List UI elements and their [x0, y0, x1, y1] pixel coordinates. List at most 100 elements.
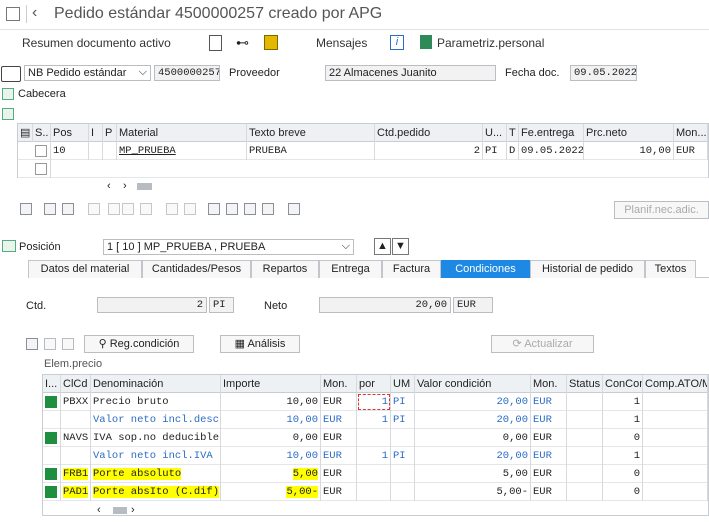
scroll-left-icon[interactable]: ‹ — [107, 180, 111, 192]
condition-row[interactable]: Valor neto incl.IVA 10,00 EUR 1 PI 20,00 EUR 1 — [43, 447, 708, 465]
resumen-button[interactable]: Resumen documento activo — [22, 36, 171, 50]
col-header[interactable]: Comp.ATO/M — [643, 375, 708, 393]
cell-clcd[interactable]: PAD1 — [61, 483, 91, 501]
cond-add-icon[interactable] — [44, 338, 56, 350]
details-icon[interactable] — [20, 203, 32, 215]
cell-por[interactable]: 1 — [357, 393, 391, 411]
mensajes-button[interactable]: Mensajes — [316, 36, 367, 50]
col-header[interactable]: S.. — [33, 124, 51, 142]
row-select-box[interactable] — [35, 145, 47, 157]
col-header[interactable]: T — [507, 124, 519, 142]
col-header[interactable]: Prc.neto — [584, 124, 674, 142]
cell-clcd[interactable]: NAVS — [61, 429, 91, 447]
analisis-button[interactable]: ▦ Análisis — [220, 335, 300, 353]
scroll-right-icon[interactable]: › — [123, 180, 127, 192]
cell-mon[interactable]: EUR — [321, 393, 357, 411]
cell-den[interactable]: Precio bruto — [91, 393, 221, 411]
collapse-icon[interactable] — [2, 108, 14, 120]
cell-den[interactable]: IVA sop.no deducible — [91, 429, 221, 447]
empty-cell[interactable] — [567, 429, 603, 447]
empty-cell[interactable] — [567, 483, 603, 501]
tab-textos[interactable]: Textos — [645, 260, 696, 278]
col-header[interactable]: I... — [43, 375, 61, 393]
col-header[interactable]: Texto breve — [247, 124, 375, 142]
cell-um[interactable]: PI — [391, 393, 415, 411]
cell-por[interactable]: 1 — [357, 411, 391, 429]
tab-datos-material[interactable]: Datos del material — [28, 260, 142, 278]
position-expand-icon[interactable] — [2, 240, 16, 252]
cell-den[interactable]: Porte absIto (C.dif) — [91, 483, 221, 501]
cell-um[interactable] — [391, 429, 415, 447]
back-arrow-icon[interactable]: ‹ — [32, 4, 37, 22]
empty-cell[interactable] — [567, 447, 603, 465]
col-header[interactable]: Fe.entrega — [519, 124, 584, 142]
row-currency[interactable]: EUR — [674, 142, 708, 160]
sort-desc-icon[interactable] — [226, 203, 238, 215]
col-header[interactable]: Ctd.pedido — [375, 124, 483, 142]
actualizar-button[interactable]: ⟳ Actualizar — [491, 335, 594, 353]
position-select[interactable]: 1 [ 10 ] MP_PRUEBA , PRUEBA ⌵ — [103, 239, 354, 255]
empty-cell[interactable] — [643, 429, 708, 447]
cell-den[interactable]: Valor neto incl.desc — [91, 411, 221, 429]
condition-row[interactable]: PBXX Precio bruto 10,00 EUR 1 PI 20,00 EUR 1 — [43, 393, 708, 411]
horizontal-scrollbar[interactable] — [137, 183, 152, 190]
filter-icon[interactable] — [244, 203, 256, 215]
cell-por[interactable] — [357, 465, 391, 483]
layout-icon[interactable] — [166, 203, 178, 215]
cell-den[interactable]: Valor neto incl.IVA — [91, 447, 221, 465]
cell-imp[interactable]: 10,00 — [221, 447, 321, 465]
export-icon[interactable] — [288, 203, 300, 215]
col-header[interactable]: ClCd — [61, 375, 91, 393]
document-icon[interactable] — [209, 35, 222, 51]
cell-concon[interactable]: 0 — [603, 465, 643, 483]
expand-icon[interactable] — [2, 88, 14, 100]
cell-valor[interactable]: 20,00 — [415, 447, 531, 465]
condition-row[interactable]: PAD1 Porte absIto (C.dif) 5,00- EUR 5,00- EUR… — [43, 483, 708, 501]
cell-um[interactable] — [391, 465, 415, 483]
cell-mon2[interactable]: EUR — [531, 465, 567, 483]
col-header[interactable]: U... — [483, 124, 507, 142]
condition-row[interactable]: FRB1 Porte absoluto 5,00 EUR 5,00 EUR 0 — [43, 465, 708, 483]
doc-type-select[interactable]: NB Pedido estándar ⌵ — [24, 65, 151, 81]
empty-cell[interactable] — [643, 393, 708, 411]
delete-icon[interactable] — [88, 203, 100, 215]
horizontal-scrollbar[interactable] — [113, 507, 127, 514]
row-t[interactable]: D — [507, 142, 519, 160]
row-select-box[interactable] — [35, 163, 47, 175]
empty-cell[interactable] — [643, 465, 708, 483]
row-material[interactable]: MP_PRUEBA — [117, 142, 247, 160]
cell-por[interactable] — [357, 429, 391, 447]
row-ctd[interactable]: 2 — [375, 142, 483, 160]
lock-icon[interactable] — [122, 203, 134, 215]
cell-mon[interactable]: EUR — [321, 411, 357, 429]
cell-mon2[interactable]: EUR — [531, 411, 567, 429]
cell-clcd[interactable]: FRB1 — [61, 465, 91, 483]
row-unit[interactable]: PI — [483, 142, 507, 160]
layout2-icon[interactable] — [184, 203, 196, 215]
scroll-left-icon[interactable]: ‹ — [97, 504, 101, 516]
col-header[interactable]: Mon. — [531, 375, 567, 393]
row-texto[interactable]: PRUEBA — [247, 142, 375, 160]
cell-valor[interactable]: 20,00 — [415, 393, 531, 411]
sort-asc-icon[interactable] — [208, 203, 220, 215]
condition-row[interactable]: NAVS IVA sop.no deducible 0,00 EUR 0,00 EUR 0 — [43, 429, 708, 447]
table-settings-icon[interactable]: ▤ — [18, 124, 33, 142]
tab-entrega[interactable]: Entrega — [319, 260, 382, 278]
cell-imp[interactable]: 0,00 — [221, 429, 321, 447]
col-header[interactable]: Valor condición — [415, 375, 531, 393]
previous-item-icon[interactable]: ▲ — [374, 238, 391, 255]
tab-historial[interactable]: Historial de pedido — [530, 260, 645, 278]
col-header[interactable]: Mon. — [321, 375, 357, 393]
col-header[interactable]: Denominación — [91, 375, 221, 393]
cell-mon2[interactable]: EUR — [531, 483, 567, 501]
bag-icon[interactable] — [264, 35, 278, 50]
cell-clcd[interactable] — [61, 411, 91, 429]
cell-valor[interactable]: 5,00- — [415, 483, 531, 501]
empty-cell[interactable] — [643, 447, 708, 465]
empty-cell[interactable] — [643, 411, 708, 429]
cell-mon[interactable]: EUR — [321, 429, 357, 447]
cell-imp[interactable]: 10,00 — [221, 411, 321, 429]
unlock-icon[interactable] — [140, 203, 152, 215]
cell-concon[interactable]: 1 — [603, 447, 643, 465]
cell-valor[interactable]: 5,00 — [415, 465, 531, 483]
